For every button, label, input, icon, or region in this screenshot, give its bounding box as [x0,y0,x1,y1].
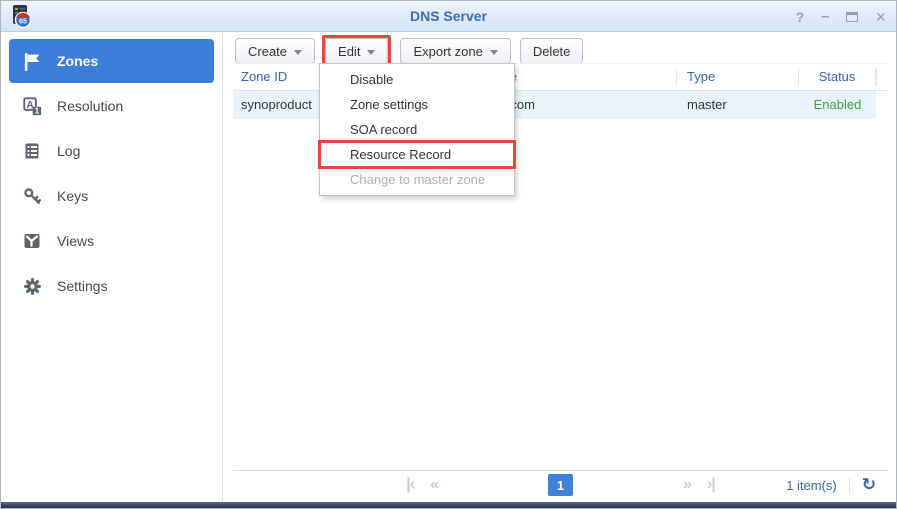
menu-item-disable[interactable]: Disable [320,67,514,92]
menu-item-soa-record[interactable]: SOA record [320,117,514,142]
dns-server-window: 65 DNS Server ? – × Zones A 1 Resolution… [0,0,897,509]
translate-icon: A 1 [21,96,43,116]
current-page-button[interactable]: 1 [548,474,573,496]
svg-text:1: 1 [34,106,39,115]
sidebar-item-label: Views [57,233,95,249]
edit-button[interactable]: Edit [325,38,389,64]
close-icon[interactable]: × [875,8,886,26]
sidebar-item-zones[interactable]: Zones [9,39,214,83]
sidebar-item-views[interactable]: Views [9,219,214,263]
pagination-status: 1 item(s) ↻ [786,471,884,500]
window-bottom-edge [1,502,896,508]
edit-button-label: Edit [338,43,361,59]
column-header-type[interactable]: Type [677,68,799,86]
create-button[interactable]: Create [235,38,316,64]
sidebar-item-label: Resolution [57,98,124,114]
delete-button-label: Delete [532,43,571,59]
menu-item-resource-record[interactable]: Resource Record [318,140,516,169]
edit-dropdown-menu: Disable Zone settings SOA record Resourc… [318,63,516,196]
flag-icon [21,51,43,71]
sidebar-item-settings[interactable]: Settings [9,264,214,308]
window-controls: ? – × [796,1,886,32]
last-page-icon[interactable]: ›| [707,476,716,494]
refresh-icon[interactable]: ↻ [850,475,884,495]
sidebar-item-label: Keys [57,188,89,204]
cell-gutter [876,91,888,119]
column-header-status[interactable]: Status [799,68,876,86]
maximize-icon[interactable] [846,11,859,22]
chevron-down-icon [489,49,498,55]
sidebar: Zones A 1 Resolution Log Keys Views Sett… [1,33,223,502]
cell-status: Enabled [799,91,876,119]
item-count-label: 1 item(s) [786,477,850,493]
toolbar: Create Edit Export zone Delete [235,35,584,67]
sidebar-item-keys[interactable]: Keys [9,174,214,218]
next-page-icon[interactable]: » [683,476,692,494]
column-header-gutter [876,68,888,86]
sidebar-item-label: Log [57,143,81,159]
cell-type: master [677,91,799,119]
sidebar-item-resolution[interactable]: A 1 Resolution [9,84,214,128]
chevron-down-icon [294,49,303,55]
pagination-bar: |‹ « 1 » ›| 1 item(s) ↻ [233,470,888,499]
log-list-icon [21,141,43,161]
key-icon [21,186,43,206]
titlebar: 65 DNS Server ? – × [1,1,896,32]
create-button-label: Create [248,43,288,59]
export-zone-button[interactable]: Export zone [400,38,511,64]
sidebar-item-label: Zones [57,53,99,69]
export-zone-button-label: Export zone [413,43,483,59]
previous-page-icon[interactable]: « [430,476,439,494]
menu-item-change-to-master-zone: Change to master zone [350,172,486,187]
views-icon [21,231,43,251]
chevron-down-icon [367,49,376,55]
minimize-icon[interactable]: – [821,9,829,24]
help-icon[interactable]: ? [796,10,805,24]
window-title: DNS Server [409,8,488,24]
delete-button[interactable]: Delete [519,38,584,64]
first-page-icon[interactable]: |‹ [406,476,415,494]
svg-text:A: A [26,99,33,110]
gear-icon [21,276,43,296]
sidebar-item-log[interactable]: Log [9,129,214,173]
menu-item-zone-settings[interactable]: Zone settings [320,92,514,117]
sidebar-item-label: Settings [57,278,108,294]
